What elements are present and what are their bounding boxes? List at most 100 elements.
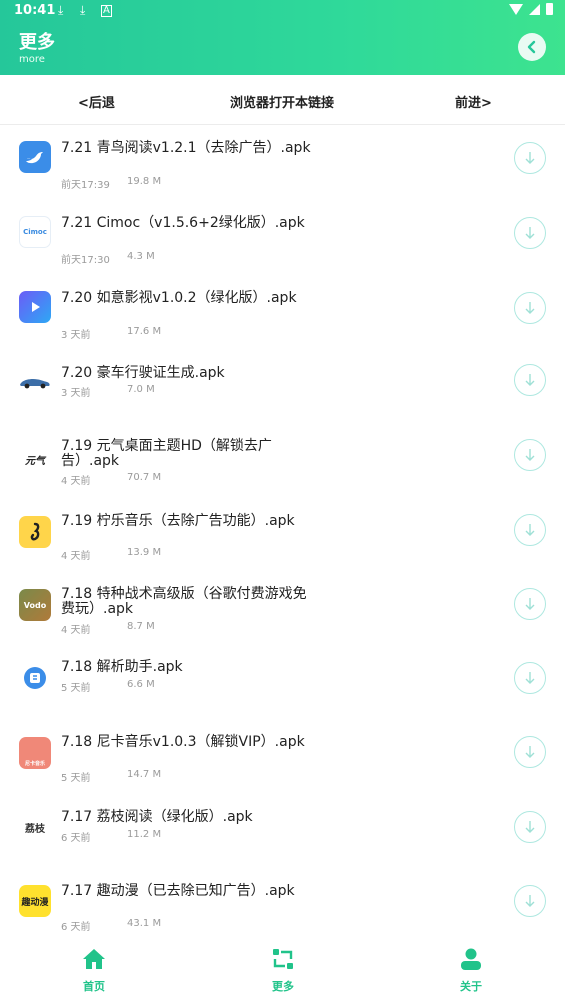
chevron-left-icon — [527, 40, 536, 54]
file-size: 43.1 M — [127, 918, 162, 929]
status-bar: 10:41 ⤓ ⤓ A — [0, 0, 565, 22]
list-item[interactable]: Cimoc 7.21 Cimoc（v1.5.6+2绿化版）.apk 前天17:3… — [0, 210, 565, 284]
file-time: 4 天前 — [61, 625, 91, 636]
swap-icon — [273, 949, 293, 969]
file-meta: 4 天前 8.7 M — [61, 621, 155, 636]
tab-more-label: 更多 — [272, 980, 294, 993]
download-button[interactable] — [514, 736, 546, 768]
nav-back-link[interactable]: <后退 — [78, 92, 115, 111]
music-note-icon — [19, 516, 51, 548]
download-button[interactable] — [514, 514, 546, 546]
list-item[interactable]: 7.18 解析助手.apk 5 天前 6.6 M — [0, 660, 565, 734]
file-title: 7.17 荔枝阅读（绿化版）.apk — [61, 809, 253, 825]
file-title: 7.18 解析助手.apk — [61, 659, 183, 675]
tab-about[interactable]: 关于 — [441, 948, 501, 994]
nika-icon: 尼卡音乐 — [19, 737, 51, 769]
download-button[interactable] — [514, 142, 546, 174]
file-size: 70.7 M — [127, 472, 162, 483]
download-button[interactable] — [514, 662, 546, 694]
download-button[interactable] — [514, 885, 546, 917]
download-button[interactable] — [514, 811, 546, 843]
browser-nav: <后退 浏览器打开本链接 前进> — [0, 75, 565, 125]
arrow-down-icon — [525, 302, 535, 314]
back-button[interactable] — [518, 33, 546, 61]
arrow-down-icon — [525, 524, 535, 536]
download-button[interactable] — [514, 439, 546, 471]
list-item[interactable]: 7.20 豪车行驶证生成.apk 3 天前 7.0 M — [0, 360, 565, 434]
arrow-down-icon — [525, 449, 535, 461]
arrow-down-icon — [525, 672, 535, 684]
file-meta: 5 天前 14.7 M — [61, 769, 161, 784]
file-title: 7.19 柠乐音乐（去除广告功能）.apk — [61, 513, 295, 529]
file-size: 13.9 M — [127, 547, 162, 558]
user-icon — [461, 948, 481, 970]
file-title: 7.20 如意影视v1.0.2（绿化版）.apk — [61, 290, 297, 306]
list-item[interactable]: 荔枝 7.17 荔枝阅读（绿化版）.apk 6 天前 11.2 M — [0, 810, 565, 884]
tab-about-label: 关于 — [460, 980, 482, 993]
open-in-browser-link[interactable]: 浏览器打开本链接 — [230, 92, 334, 111]
arrow-down-icon — [525, 746, 535, 758]
download-button[interactable] — [514, 292, 546, 324]
file-meta: 前天17:39 19.8 M — [61, 176, 161, 191]
file-title: 7.21 Cimoc（v1.5.6+2绿化版）.apk — [61, 215, 305, 231]
file-time: 4 天前 — [61, 551, 91, 562]
arrow-down-icon — [525, 374, 535, 386]
status-time: 10:41 — [14, 3, 56, 18]
download-button[interactable] — [514, 588, 546, 620]
bird-icon — [19, 141, 51, 173]
file-time: 3 天前 — [61, 330, 91, 341]
signal-icon — [529, 3, 540, 15]
file-size: 4.3 M — [127, 251, 155, 262]
file-meta: 6 天前 11.2 M — [61, 829, 161, 844]
header-bar: 10:41 ⤓ ⤓ A 更多 more — [0, 0, 565, 75]
file-meta: 3 天前 7.0 M — [61, 384, 155, 399]
file-size: 7.0 M — [127, 384, 155, 395]
download-button[interactable] — [514, 217, 546, 249]
file-size: 19.8 M — [127, 176, 162, 187]
yuanqi-icon: 元气 — [19, 443, 51, 475]
tab-home[interactable]: 首页 — [64, 948, 124, 994]
file-title: 7.18 特种战术高级版（谷歌付费游戏免费玩）.apk — [61, 586, 307, 617]
download-icon: ⤓ — [80, 3, 86, 17]
bottom-tab-bar: 首页 更多 关于 — [0, 940, 565, 1004]
download-button[interactable] — [514, 364, 546, 396]
parse-icon — [19, 662, 51, 694]
file-title: 7.19 元气桌面主题HD（解锁去广告）.apk — [61, 438, 272, 469]
page-title: 更多 — [19, 32, 55, 53]
file-meta: 前天17:30 4.3 M — [61, 251, 155, 266]
app-root: 10:41 ⤓ ⤓ A 更多 more <后退 浏览器打开本链接 前进> 7.2… — [0, 0, 565, 1004]
list-item[interactable]: 尼卡音乐 7.18 尼卡音乐v1.0.3（解锁VIP）.apk 5 天前 14.… — [0, 735, 565, 809]
file-meta: 3 天前 17.6 M — [61, 326, 161, 341]
tab-more[interactable]: 更多 — [253, 948, 313, 994]
a-icon: A — [101, 5, 112, 17]
list-item[interactable]: 7.19 柠乐音乐（去除广告功能）.apk 4 天前 13.9 M — [0, 510, 565, 584]
file-time: 前天17:30 — [61, 255, 110, 266]
list-item[interactable]: 7.21 青鸟阅读v1.2.1（去除广告）.apk 前天17:39 19.8 M — [0, 135, 565, 209]
file-time: 前天17:39 — [61, 180, 110, 191]
file-size: 6.6 M — [127, 679, 155, 690]
file-meta: 5 天前 6.6 M — [61, 679, 155, 694]
file-time: 4 天前 — [61, 476, 91, 487]
list-item[interactable]: 7.20 如意影视v1.0.2（绿化版）.apk 3 天前 17.6 M — [0, 285, 565, 359]
file-size: 17.6 M — [127, 326, 162, 337]
file-size: 14.7 M — [127, 769, 162, 780]
arrow-down-icon — [525, 152, 535, 164]
wifi-icon — [509, 3, 523, 15]
file-title: 7.20 豪车行驶证生成.apk — [61, 365, 225, 381]
file-time: 5 天前 — [61, 773, 91, 784]
list-item[interactable]: Vodo 7.18 特种战术高级版（谷歌付费游戏免费玩）.apk 4 天前 8.… — [0, 585, 565, 659]
file-meta: 6 天前 43.1 M — [61, 918, 161, 933]
qudongman-icon: 趣动漫 — [19, 885, 51, 917]
game-icon: Vodo — [19, 589, 51, 621]
arrow-down-icon — [525, 821, 535, 833]
nav-forward-link[interactable]: 前进> — [455, 92, 492, 111]
list-item[interactable]: 元气 7.19 元气桌面主题HD（解锁去广告）.apk 4 天前 70.7 M — [0, 435, 565, 509]
battery-icon — [546, 3, 553, 15]
system-icons — [509, 3, 553, 15]
arrow-down-icon — [525, 227, 535, 239]
tab-home-label: 首页 — [83, 980, 105, 993]
file-size: 11.2 M — [127, 829, 162, 840]
file-title: 7.21 青鸟阅读v1.2.1（去除广告）.apk — [61, 140, 311, 156]
arrow-down-icon — [525, 598, 535, 610]
car-icon — [19, 366, 51, 398]
